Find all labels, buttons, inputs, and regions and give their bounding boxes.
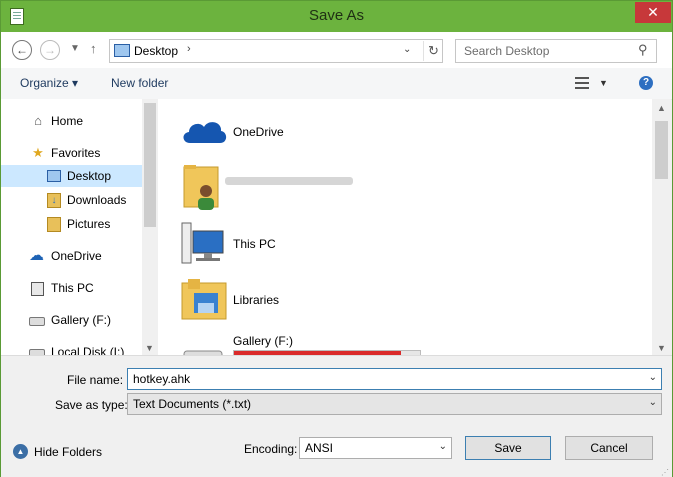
libraries-icon (181, 279, 227, 320)
recent-locations-chevron-icon[interactable]: ▼ (70, 43, 80, 54)
star-icon: ★ (32, 145, 44, 160)
pictures-icon (47, 217, 61, 232)
cloud-icon: ☁ (29, 247, 44, 264)
sidebar-item-desktop[interactable]: Desktop (1, 165, 142, 187)
sidebar-item-downloads[interactable]: ↓ Downloads (1, 189, 142, 211)
file-name-value[interactable]: hotkey.ahk (133, 372, 190, 386)
scroll-down-arrow-icon[interactable]: ▼ (145, 343, 154, 353)
hide-folders-button[interactable]: Hide Folders (34, 445, 102, 459)
sidebar-item-home[interactable]: ⌂ Home (1, 110, 142, 132)
blurred-username (225, 177, 353, 185)
downloads-icon: ↓ (47, 193, 61, 208)
back-arrow-icon[interactable]: ← (12, 40, 32, 60)
up-arrow-icon[interactable]: ↑ (90, 41, 97, 56)
list-item-label: This PC (233, 237, 276, 251)
title-bar[interactable]: Save As ✕ (1, 1, 672, 32)
file-name-dropdown-icon[interactable]: ⌄ (649, 372, 657, 383)
resize-grip-icon[interactable]: ⋰ (661, 468, 669, 477)
computer-icon (181, 222, 224, 264)
sidebar-item-label: Home (51, 114, 84, 128)
desktop-icon (47, 170, 61, 182)
search-icon[interactable]: ⚲ (638, 42, 648, 58)
cloud-icon (183, 122, 227, 143)
save-as-type-label: Save as type: (55, 398, 128, 412)
sidebar-item-gallery[interactable]: Gallery (F:) (1, 309, 142, 331)
navigation-pane-scrollbar[interactable]: ▼ (142, 99, 158, 355)
change-view-icon[interactable] (575, 77, 589, 89)
address-bar[interactable]: Desktop › ⌄ ↻ (109, 39, 443, 63)
list-item-label: OneDrive (233, 125, 284, 139)
sidebar-item-label: OneDrive (51, 249, 102, 263)
encoding-select[interactable]: ANSI ⌄ (299, 437, 452, 459)
save-button[interactable]: Save (465, 436, 551, 460)
scroll-up-arrow-icon[interactable]: ▲ (657, 103, 666, 113)
scroll-down-arrow-icon[interactable]: ▼ (657, 343, 666, 353)
sidebar-item-label: Favorites (51, 146, 101, 160)
address-path[interactable]: Desktop (134, 44, 178, 58)
sidebar-item-pictures[interactable]: Pictures (1, 213, 142, 235)
save-as-type-dropdown-icon[interactable]: ⌄ (649, 397, 657, 408)
refresh-icon[interactable]: ↻ (423, 41, 443, 61)
breadcrumb-chevron-icon[interactable]: › (187, 43, 191, 55)
view-options-chevron-icon[interactable]: ▼ (599, 78, 608, 88)
cancel-button[interactable]: Cancel (565, 436, 653, 460)
encoding-value[interactable]: ANSI (305, 441, 333, 455)
search-placeholder[interactable]: Search Desktop (464, 44, 549, 58)
scrollbar-thumb[interactable] (655, 121, 668, 179)
sidebar-item-this-pc[interactable]: This PC (1, 277, 142, 299)
file-list-scrollbar[interactable]: ▲ ▼ (652, 99, 671, 355)
sidebar-item-label: Pictures (67, 217, 111, 231)
sidebar-item-label: Desktop (67, 169, 112, 183)
desktop-icon (114, 44, 130, 57)
forward-arrow-icon[interactable]: → (40, 40, 60, 60)
drive-icon (183, 350, 223, 355)
list-item-label: Libraries (233, 293, 280, 307)
hide-folders-chevron-icon[interactable]: ▲ (13, 444, 28, 459)
save-as-type-select[interactable]: Text Documents (*.txt) ⌄ (127, 393, 662, 415)
command-toolbar: Organize ▾ New folder ▼ ? (1, 68, 672, 100)
file-list[interactable]: OneDrive This PC Libraries Gallery (F:) (158, 99, 652, 355)
save-as-dialog: Save As ✕ ← → ▼ ↑ Desktop › ⌄ ↻ Search D… (0, 0, 673, 477)
home-icon: ⌂ (34, 113, 42, 128)
navigation-bar: ← → ▼ ↑ Desktop › ⌄ ↻ Search Desktop ⚲ (1, 32, 672, 68)
sidebar-item-label: This PC (51, 281, 94, 295)
address-dropdown-icon[interactable]: ⌄ (403, 44, 411, 55)
encoding-dropdown-icon[interactable]: ⌄ (439, 441, 447, 452)
sidebar-item-label: Gallery (F:) (51, 313, 111, 327)
close-button[interactable]: ✕ (635, 2, 671, 23)
encoding-label: Encoding: (244, 442, 298, 456)
save-options-panel: File name: hotkey.ahk ⌄ Save as type: Te… (1, 355, 672, 477)
file-name-input[interactable]: hotkey.ahk ⌄ (127, 368, 662, 390)
file-name-label: File name: (67, 373, 124, 387)
sidebar-item-local-disk[interactable]: Local Disk (I:) (1, 341, 142, 355)
organize-menu[interactable]: Organize ▾ (20, 76, 78, 90)
sidebar-item-onedrive[interactable]: ☁ OneDrive (1, 245, 142, 267)
window-title: Save As (308, 7, 365, 24)
drive-icon (29, 317, 45, 326)
help-icon[interactable]: ? (639, 76, 653, 90)
user-folder-icon (183, 165, 219, 210)
sidebar-item-label: Downloads (67, 193, 127, 207)
computer-icon (31, 282, 44, 296)
sidebar-item-label: Local Disk (I:) (51, 345, 125, 355)
scrollbar-thumb[interactable] (144, 103, 156, 227)
search-box[interactable]: Search Desktop ⚲ (455, 39, 657, 63)
list-item-label: Gallery (F:) (233, 334, 293, 348)
new-folder-button[interactable]: New folder (111, 76, 168, 90)
save-as-type-value[interactable]: Text Documents (*.txt) (133, 397, 251, 411)
sidebar-item-favorites[interactable]: ★ Favorites (1, 142, 142, 164)
navigation-pane[interactable]: ⌂ Home ★ Favorites Desktop ↓ Downloads P… (1, 99, 142, 355)
